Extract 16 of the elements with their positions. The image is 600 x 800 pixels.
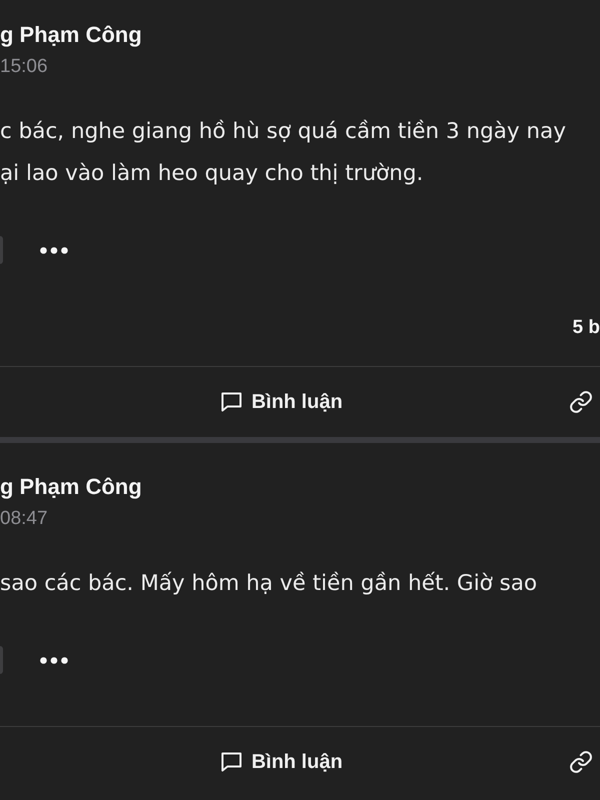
post-text: ại lao vào làm heo quay cho thị trường. [0,160,424,188]
comment-icon [221,392,242,412]
author-name[interactable]: g Phạm Công [0,21,142,49]
comment-icon [221,752,242,772]
comment-count[interactable]: 5 b [572,316,600,340]
author-name[interactable]: g Phạm Công [0,473,142,501]
comment-button[interactable]: Bình luận [221,749,343,775]
post-time: 08:47 [0,507,48,531]
comment-button[interactable]: Bình luận [221,389,343,415]
post-time: 15:06 [0,55,48,79]
link-icon[interactable] [570,751,592,773]
post-text: c bác, nghe giang hồ hù sợ quá cầm tiền 3 ngày nay [0,118,566,146]
post-text: sao các bác. Mấy hôm hạ về tiền gần hết. Giờ sao [0,570,538,598]
more-icon[interactable] [40,246,68,254]
link-icon[interactable] [570,391,592,413]
more-icon[interactable] [40,656,68,664]
